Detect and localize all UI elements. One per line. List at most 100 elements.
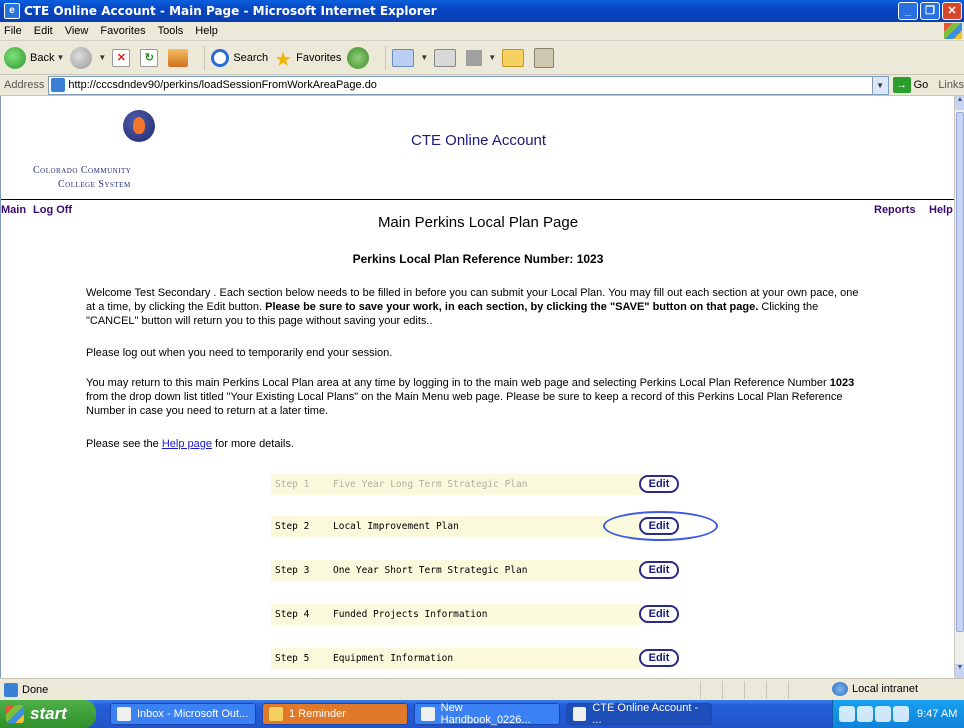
- org-name-line2: College System: [58, 179, 131, 190]
- tray-icon[interactable]: [893, 706, 909, 722]
- step-number: Step 1: [275, 479, 310, 490]
- favorites-button[interactable]: ★ Favorites: [274, 47, 341, 71]
- step-number: Step 4: [275, 609, 310, 620]
- back-button[interactable]: Back ▼: [4, 46, 64, 69]
- edit-step5-button[interactable]: Edit: [639, 649, 679, 667]
- ie-icon: [573, 707, 587, 721]
- help-text-end: for more details.: [212, 438, 294, 450]
- restore-button[interactable]: ❐: [920, 2, 940, 20]
- step-label: Funded Projects Information: [333, 609, 488, 620]
- taskbar-item-outlook[interactable]: Inbox - Microsoft Out...: [110, 703, 256, 725]
- start-button[interactable]: start: [0, 700, 96, 728]
- stop-button[interactable]: ✕: [112, 48, 134, 67]
- research-icon: [534, 47, 555, 68]
- folder-button[interactable]: [502, 48, 528, 67]
- refresh-button[interactable]: ↻: [140, 48, 162, 67]
- printer-icon: [434, 48, 457, 67]
- step-row: Step 3 One Year Short Term Strategic Pla…: [271, 560, 641, 581]
- task-label: 1 Reminder: [289, 708, 346, 720]
- taskbar-item-handbook[interactable]: New Handbook_0226...: [414, 702, 560, 726]
- address-label: Address: [4, 79, 45, 91]
- back-arrow-icon: [4, 46, 26, 69]
- close-button[interactable]: ✕: [942, 2, 962, 20]
- chevron-down-icon[interactable]: ▼: [488, 53, 496, 62]
- return-ref-number: 1023: [829, 377, 855, 389]
- menu-file[interactable]: File: [4, 25, 22, 37]
- outlook-icon: [117, 707, 131, 721]
- org-logo-text: Colorado Community College System: [33, 164, 131, 192]
- task-label: New Handbook_0226...: [440, 702, 531, 726]
- chevron-down-icon[interactable]: ▼: [871, 76, 888, 94]
- reference-number: Perkins Local Plan Reference Number: 102…: [352, 252, 604, 266]
- task-label: CTE Online Account - ...: [592, 702, 699, 726]
- page-icon: [51, 78, 66, 92]
- links-button[interactable]: Links: [938, 79, 964, 91]
- chevron-down-icon[interactable]: ▼: [56, 53, 64, 62]
- edit-step4-button[interactable]: Edit: [639, 605, 679, 623]
- menu-view[interactable]: View: [65, 25, 89, 37]
- scroll-thumb[interactable]: [956, 112, 964, 632]
- step-label: Equipment Information: [333, 653, 454, 664]
- site-header: Colorado Community College System CTE On…: [1, 96, 954, 200]
- edit-step1-button[interactable]: Edit: [639, 475, 679, 493]
- system-tray: 9:47 AM: [832, 700, 964, 728]
- address-input[interactable]: http://cccsdndev90/perkins/loadSessionFr…: [48, 75, 889, 95]
- windows-flag-icon: [6, 705, 24, 723]
- help-text: Please see the: [86, 438, 162, 450]
- step-row: Step 5 Equipment Information: [271, 648, 641, 669]
- start-label: start: [30, 704, 67, 723]
- toolbar: Back ▼ ▼ ✕ ↻ Search ★ Favorites ▼ ▼: [0, 41, 964, 75]
- welcome-paragraph: Welcome Test Secondary . Each section be…: [86, 286, 866, 328]
- security-zone: Local intranet: [832, 682, 918, 696]
- media-button[interactable]: [347, 46, 373, 69]
- menu-edit[interactable]: Edit: [34, 25, 53, 37]
- window-titlebar: e CTE Online Account - Main Page - Micro…: [0, 0, 964, 22]
- tray-icon[interactable]: [857, 706, 873, 722]
- home-button[interactable]: [168, 48, 192, 67]
- print-button[interactable]: [434, 48, 460, 67]
- step-row: Step 2 Local Improvement Plan: [271, 516, 641, 537]
- go-button[interactable]: → Go: [892, 77, 929, 93]
- tray-icon[interactable]: [875, 706, 891, 722]
- page-title: Main Perkins Local Plan Page: [377, 214, 579, 231]
- research-button[interactable]: [534, 47, 558, 68]
- bell-icon: [269, 707, 283, 721]
- word-icon: [421, 707, 435, 721]
- step-label: One Year Short Term Strategic Plan: [333, 565, 528, 576]
- menu-help[interactable]: Help: [195, 25, 218, 37]
- save-warning-text: Please be sure to save your work, in eac…: [265, 301, 759, 313]
- taskbar-item-reminder[interactable]: 1 Reminder: [262, 703, 408, 725]
- highlight-circle: [603, 511, 718, 541]
- return-paragraph: You may return to this main Perkins Loca…: [86, 376, 866, 418]
- minimize-button[interactable]: _: [898, 2, 918, 20]
- scroll-down-icon[interactable]: ▼: [955, 664, 964, 678]
- scroll-up-icon[interactable]: ▲: [955, 96, 964, 110]
- taskbar-item-ie[interactable]: CTE Online Account - ...: [566, 702, 712, 726]
- help-page-link[interactable]: Help page: [162, 438, 212, 450]
- step-row: Step 4 Funded Projects Information: [271, 604, 641, 625]
- status-panels: [700, 681, 810, 699]
- go-label: Go: [913, 79, 929, 91]
- help-paragraph: Please see the Help page for more detail…: [86, 437, 866, 451]
- step-label: Five Year Long Term Strategic Plan: [333, 479, 528, 490]
- media-icon: [347, 46, 370, 69]
- chevron-down-icon[interactable]: ▼: [420, 53, 428, 62]
- edit-step3-button[interactable]: Edit: [639, 561, 679, 579]
- forward-button[interactable]: ▼: [70, 46, 106, 69]
- stop-icon: ✕: [112, 48, 131, 67]
- mail-button[interactable]: ▼: [392, 48, 428, 67]
- chevron-down-icon[interactable]: ▼: [98, 53, 106, 62]
- site-title: CTE Online Account: [411, 132, 547, 149]
- menu-tools[interactable]: Tools: [158, 25, 184, 37]
- vertical-scrollbar[interactable]: ▲ ▼: [954, 96, 964, 678]
- step-label: Local Improvement Plan: [333, 521, 459, 532]
- edit-page-button[interactable]: ▼: [466, 49, 496, 66]
- menu-favorites[interactable]: Favorites: [100, 25, 145, 37]
- cccs-logo-icon: [123, 110, 155, 142]
- star-icon: ★: [274, 48, 293, 71]
- address-url[interactable]: http://cccsdndev90/perkins/loadSessionFr…: [68, 79, 377, 91]
- org-name-line1: Colorado Community: [33, 165, 132, 176]
- tray-icon[interactable]: [839, 706, 855, 722]
- page-icon: [4, 682, 18, 697]
- search-button[interactable]: Search: [211, 48, 268, 67]
